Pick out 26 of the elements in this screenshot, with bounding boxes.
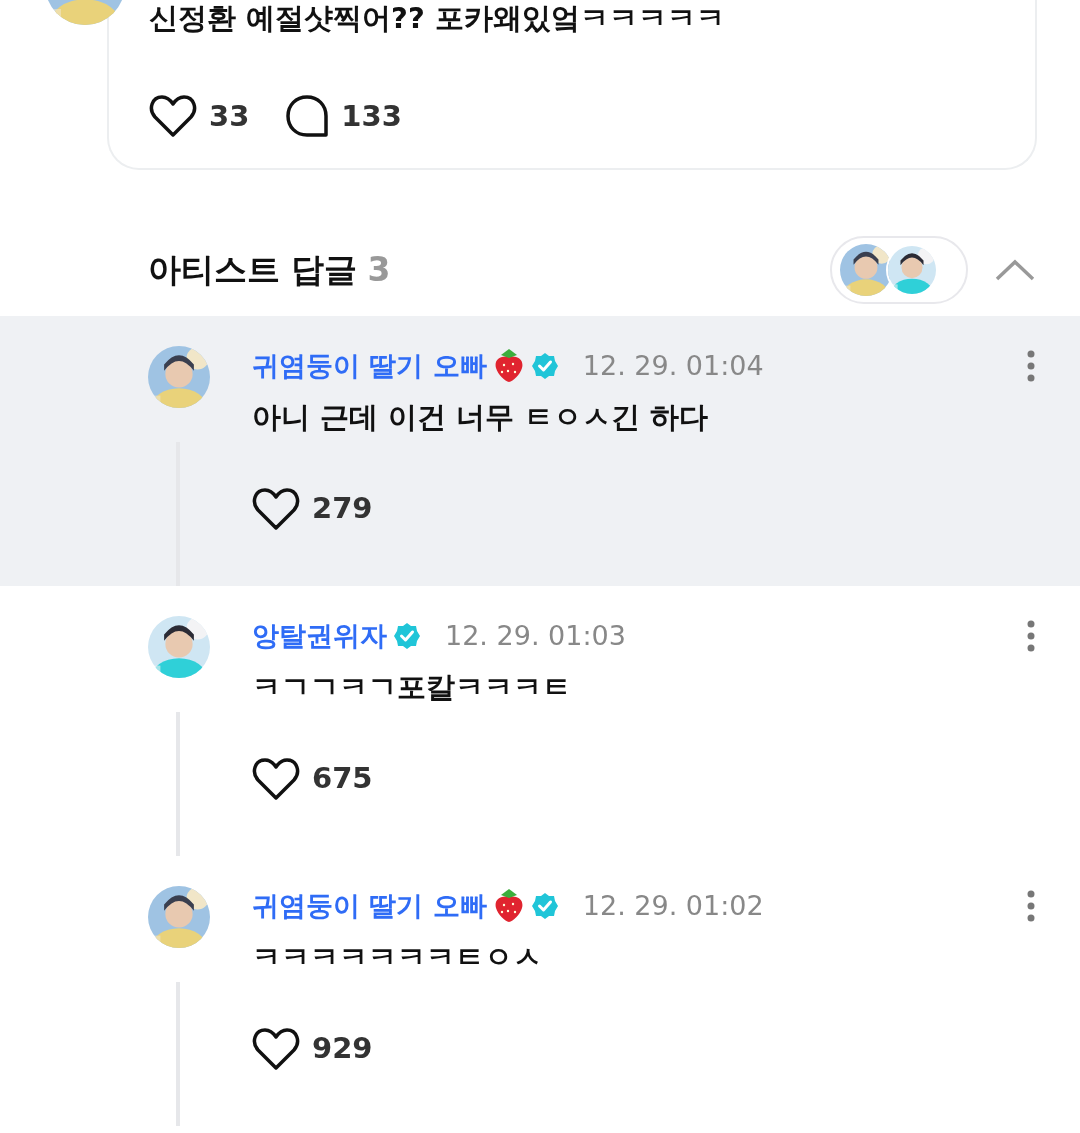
more-button[interactable] bbox=[1026, 889, 1036, 924]
reply-count: 3 bbox=[367, 249, 391, 292]
collapse-button[interactable] bbox=[994, 257, 1036, 283]
reply-text: ㅋㄱㄱㅋㄱ포칼ㅋㅋㅋㅌ bbox=[252, 668, 572, 706]
post-text: 신정환 예절샷찍어?? 포카왜있엌ㅋㅋㅋㅋㅋ bbox=[149, 0, 726, 36]
like-button[interactable]: 675 bbox=[252, 756, 373, 801]
timestamp: 12. 29. 01:03 bbox=[445, 619, 626, 653]
section-title: 아티스트 답글 bbox=[148, 249, 358, 292]
comment-button[interactable]: 133 bbox=[285, 94, 402, 138]
heart-icon bbox=[252, 756, 300, 801]
like-button[interactable]: 279 bbox=[252, 486, 373, 531]
timestamp: 12. 29. 01:04 bbox=[582, 349, 764, 383]
heart-icon bbox=[149, 94, 197, 138]
like-button[interactable]: 33 bbox=[149, 94, 250, 138]
heart-icon bbox=[252, 486, 300, 531]
like-button[interactable]: 929 bbox=[252, 1026, 373, 1071]
author-name[interactable]: 귀염둥이 딸기 오빠 bbox=[252, 346, 487, 387]
more-button[interactable] bbox=[1026, 619, 1036, 654]
heart-icon bbox=[252, 1026, 300, 1071]
reply-text: 아니 근데 이건 너무 ㅌㅇㅅ긴 하다 bbox=[252, 398, 710, 436]
author-name[interactable]: 귀염둥이 딸기 오빠 bbox=[252, 886, 487, 927]
author-name[interactable]: 앙탈권위자 bbox=[252, 616, 387, 657]
more-button[interactable] bbox=[1026, 349, 1036, 384]
reply-text: ㅋㅋㅋㅋㅋㅋㅋㅌㅇㅅ bbox=[252, 938, 543, 976]
comment-icon bbox=[285, 94, 330, 138]
timestamp: 12. 29. 01:02 bbox=[582, 889, 764, 923]
